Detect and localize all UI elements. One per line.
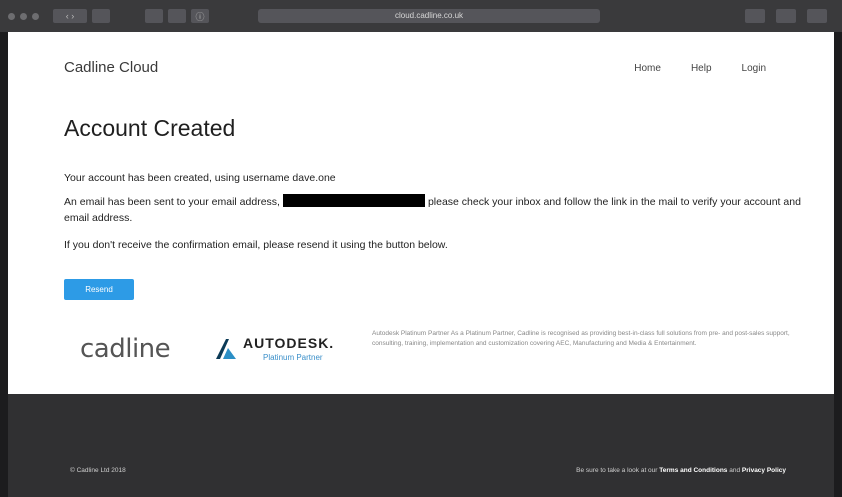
- autodesk-logo: AUTODESK. Platinum Partner: [215, 335, 334, 362]
- privacy-link[interactable]: Privacy Policy: [742, 467, 786, 474]
- footer: © Cadline Ltd 2018 Be sure to take a loo…: [8, 394, 834, 497]
- nav-home[interactable]: Home: [634, 63, 661, 74]
- terms-link[interactable]: Terms and Conditions: [659, 467, 727, 474]
- browser-toolbar: ‹ › ⓘ cloud.cadline.co.uk: [0, 0, 842, 32]
- email-sent-prefix: An email has been sent to your email add…: [64, 196, 280, 208]
- account-created-message: Your account has been created, using use…: [64, 172, 336, 184]
- minimize-window-icon[interactable]: [20, 12, 27, 20]
- nav-login[interactable]: Login: [742, 63, 766, 74]
- share-icon[interactable]: [776, 9, 796, 23]
- autodesk-a-icon: [216, 338, 236, 359]
- email-sent-message: An email has been sent to your email add…: [64, 194, 824, 226]
- close-window-icon[interactable]: [8, 12, 15, 20]
- nav-help[interactable]: Help: [691, 63, 712, 74]
- sidebar-icon[interactable]: [92, 9, 110, 23]
- info-icon[interactable]: ⓘ: [191, 9, 209, 23]
- redacted-email: [282, 194, 425, 207]
- back-forward-icon[interactable]: ‹ ›: [53, 9, 87, 23]
- resend-button[interactable]: Resend: [64, 279, 134, 300]
- new-tab-icon[interactable]: [807, 9, 827, 23]
- legal-links: Be sure to take a look at our Terms and …: [576, 467, 786, 474]
- legal-and: and: [729, 467, 741, 474]
- window-controls[interactable]: [8, 12, 39, 20]
- cadline-logo: cadline: [80, 334, 171, 364]
- platinum-partner-label: Platinum Partner: [263, 353, 323, 362]
- reader-icon[interactable]: [168, 9, 186, 23]
- address-bar[interactable]: cloud.cadline.co.uk: [258, 9, 600, 23]
- web-page: Cadline Cloud Home Help Login Account Cr…: [8, 32, 834, 497]
- page-title: Account Created: [64, 115, 236, 141]
- top-nav: Home Help Login: [634, 63, 766, 74]
- settings-icon[interactable]: [745, 9, 765, 23]
- brand-name[interactable]: Cadline Cloud: [64, 59, 158, 76]
- copyright: © Cadline Ltd 2018: [70, 467, 126, 474]
- maximize-window-icon[interactable]: [32, 12, 39, 20]
- resend-instructions: If you don't receive the confirmation em…: [64, 239, 448, 251]
- tab-overview-icon[interactable]: [145, 9, 163, 23]
- partner-description: Autodesk Platinum Partner As a Platinum …: [372, 330, 790, 347]
- autodesk-name: AUTODESK.: [243, 335, 335, 351]
- legal-prefix: Be sure to take a look at our: [576, 467, 658, 474]
